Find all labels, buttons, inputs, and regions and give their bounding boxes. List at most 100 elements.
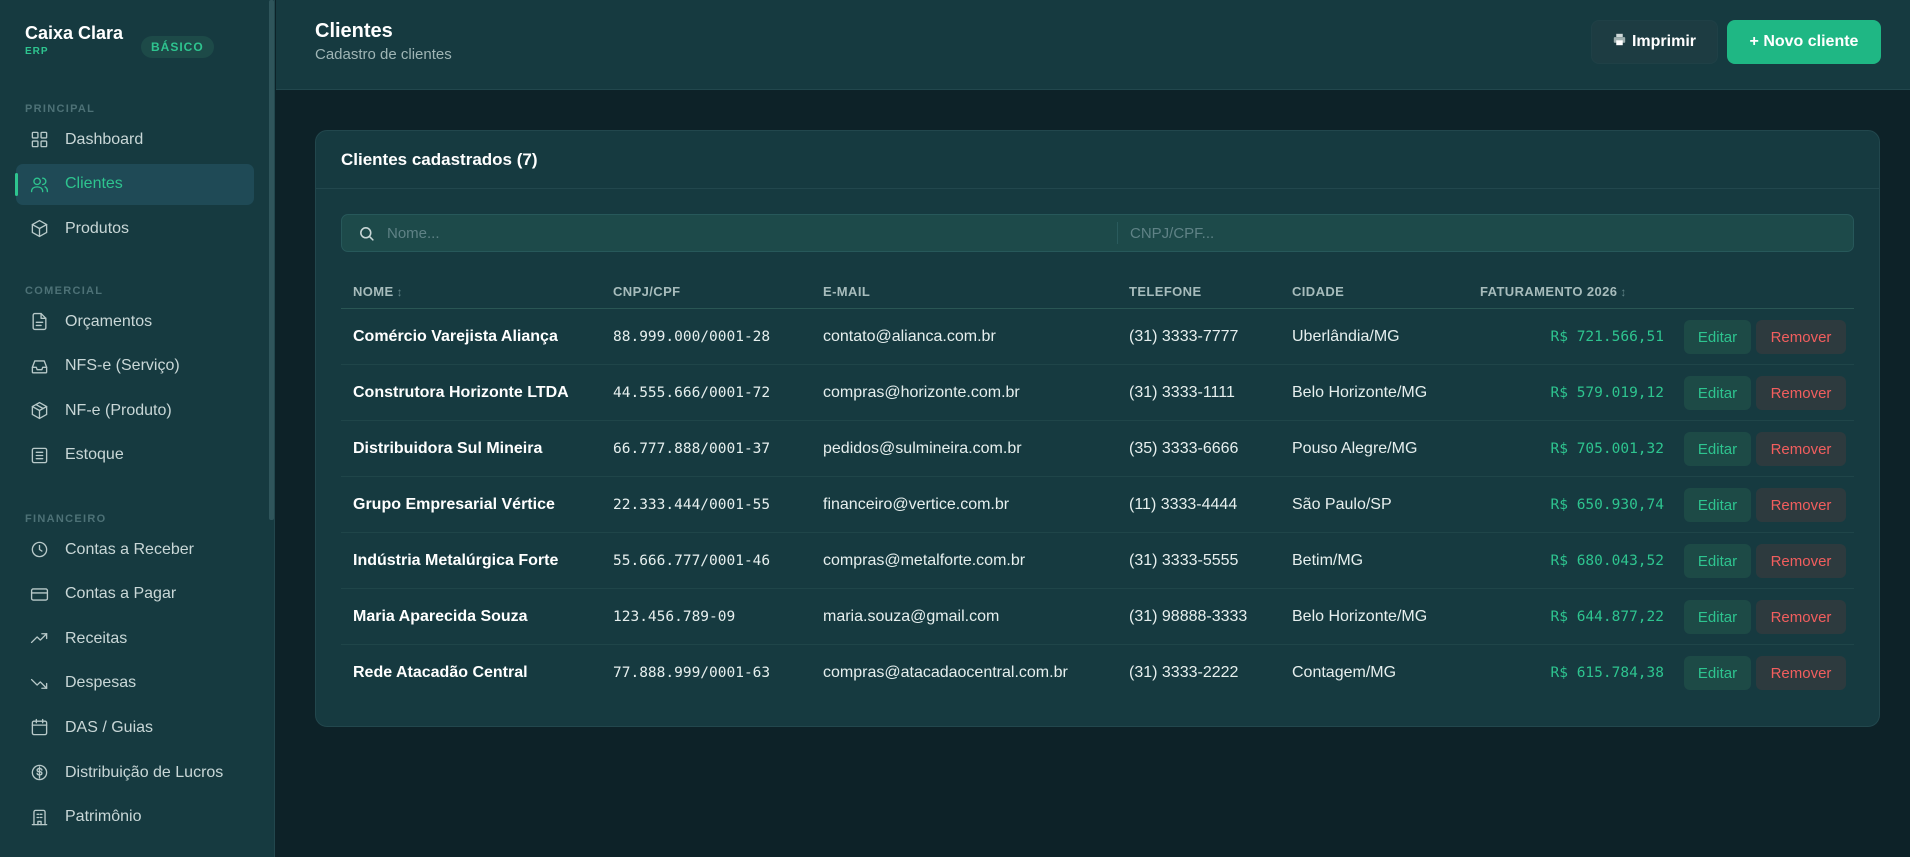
client-city: Pouso Alegre/MG <box>1292 440 1418 457</box>
doc-search-input[interactable] <box>1130 215 1830 251</box>
sidebar-item-receitas[interactable]: Receitas <box>16 618 254 659</box>
sidebar-item-das-guias[interactable]: DAS / Guias <box>16 707 254 748</box>
edit-button[interactable]: Editar <box>1684 320 1751 354</box>
client-revenue: R$ 721.566,51 <box>1550 329 1665 345</box>
table-row[interactable]: Indústria Metalúrgica Forte 55.666.777/00… <box>341 533 1854 589</box>
app-name: Caixa Clara <box>25 23 124 43</box>
page-subtitle: Cadastro de clientes <box>315 46 452 63</box>
client-email: financeiro@vertice.com.br <box>823 496 1010 513</box>
users-icon <box>30 175 49 194</box>
edit-button[interactable]: Editar <box>1684 656 1751 690</box>
brand[interactable]: Caixa Clara ERP <box>25 23 123 57</box>
client-doc: 88.999.000/0001-28 <box>613 329 771 345</box>
inbox-icon <box>30 357 49 376</box>
table-row[interactable]: Comércio Varejista Aliança 88.999.000/000… <box>341 309 1854 365</box>
client-city: Contagem/MG <box>1292 664 1397 681</box>
column-header-name[interactable]: NOME ↕ <box>353 284 403 299</box>
sidebar-item-clientes[interactable]: Clientes <box>15 163 254 205</box>
clients-card: Clientes cadastrados (7) NOME↕ CNPJ/CPF … <box>315 130 1880 727</box>
sidebar-item-nf-e-produto[interactable]: NF-e (Produto) <box>16 390 254 431</box>
client-revenue: R$ 680.043,52 <box>1550 553 1665 569</box>
new-client-button[interactable]: + Novo cliente <box>1727 20 1881 64</box>
client-doc: 66.777.888/0001-37 <box>613 441 771 457</box>
remove-button[interactable]: Remover <box>1756 488 1846 522</box>
column-header-revenue[interactable]: FATURAMENTO 2026 ↕ <box>1480 284 1627 299</box>
client-revenue: R$ 650.930,74 <box>1550 497 1665 513</box>
sidebar-scrollbar[interactable] <box>269 0 274 520</box>
sidebar-item-estoque[interactable]: Estoque <box>16 435 254 476</box>
calendar-icon <box>30 718 49 737</box>
app-subtitle: ERP <box>25 46 49 57</box>
sidebar-item-label: Produtos <box>65 219 130 237</box>
file-text-icon <box>30 312 49 331</box>
client-city: Uberlândia/MG <box>1292 328 1400 345</box>
clock-icon <box>30 540 49 559</box>
sidebar-section-title: PRINCIPAL <box>25 103 96 115</box>
remove-button[interactable]: Remover <box>1756 432 1846 466</box>
sidebar-item-patrimonio[interactable]: Patrimônio <box>16 797 254 838</box>
sidebar-item-produtos[interactable]: Produtos <box>16 208 254 249</box>
name-search-input[interactable] <box>387 215 1107 251</box>
client-doc: 123.456.789-09 <box>613 609 736 625</box>
sidebar-item-contas-a-receber[interactable]: Contas a Receber <box>16 529 254 570</box>
client-name: Maria Aparecida Souza <box>353 608 528 625</box>
sidebar-item-label: Receitas <box>65 629 128 647</box>
print-button[interactable]: Imprimir <box>1591 20 1718 64</box>
sidebar-item-label: Despesas <box>65 674 137 692</box>
column-header-city: CIDADE <box>1292 284 1345 299</box>
column-name-label: NOME <box>353 284 394 299</box>
sidebar-item-label: Distribuição de Lucros <box>65 763 224 781</box>
sidebar: Caixa Clara ERP BÁSICO PRINCIPAL Dashboar… <box>0 0 275 857</box>
client-email: maria.souza@gmail.com <box>823 608 1000 625</box>
page-header: Clientes Cadastro de clientes Imprimir +… <box>276 0 1910 90</box>
remove-button[interactable]: Remover <box>1756 656 1846 690</box>
client-doc: 77.888.999/0001-63 <box>613 665 771 681</box>
table-row[interactable]: Construtora Horizonte LTDA 44.555.666/000… <box>341 365 1854 421</box>
sidebar-item-label: Estoque <box>65 446 124 464</box>
client-revenue: R$ 615.784,38 <box>1550 665 1665 681</box>
sidebar-item-label: Orçamentos <box>65 312 153 330</box>
client-name: Grupo Empresarial Vértice <box>353 496 555 513</box>
remove-button[interactable]: Remover <box>1756 544 1846 578</box>
sidebar-item-despesas[interactable]: Despesas <box>16 663 254 704</box>
client-name: Comércio Varejista Aliança <box>353 328 558 345</box>
sidebar-item-label: NFS-e (Serviço) <box>65 357 180 375</box>
client-phone: (31) 98888-3333 <box>1129 608 1248 625</box>
edit-button[interactable]: Editar <box>1684 600 1751 634</box>
sidebar-item-distribuicao-de-lucros[interactable]: Distribuição de Lucros <box>16 752 254 793</box>
remove-button[interactable]: Remover <box>1756 320 1846 354</box>
sidebar-item-label: Patrimônio <box>65 808 142 826</box>
sidebar-item-contas-a-pagar[interactable]: Contas a Pagar <box>16 574 254 615</box>
filter-divider <box>1117 222 1118 244</box>
print-label: Imprimir <box>1631 33 1696 50</box>
sidebar-item-orcamentos[interactable]: Orçamentos <box>16 301 254 342</box>
column-header-email: E-MAIL <box>823 284 871 299</box>
client-phone: (31) 3333-5555 <box>1129 552 1239 569</box>
sidebar-item-label: Contas a Receber <box>65 540 194 558</box>
remove-button[interactable]: Remover <box>1756 600 1846 634</box>
page-title: Clientes <box>315 20 393 42</box>
edit-button[interactable]: Editar <box>1684 544 1751 578</box>
plan-badge: BÁSICO <box>141 36 214 58</box>
box-icon <box>30 401 49 420</box>
edit-button[interactable]: Editar <box>1684 432 1751 466</box>
table-row[interactable]: Grupo Empresarial Vértice 22.333.444/0001… <box>341 477 1854 533</box>
client-phone: (31) 3333-2222 <box>1129 664 1239 681</box>
client-city: Betim/MG <box>1292 552 1364 569</box>
edit-button[interactable]: Editar <box>1684 488 1751 522</box>
column-revenue-label: FATURAMENTO 2026 <box>1480 284 1618 299</box>
edit-button[interactable]: Editar <box>1684 376 1751 410</box>
client-email: compras@horizonte.com.br <box>823 384 1020 401</box>
table-row[interactable]: Distribuidora Sul Mineira 66.777.888/0001… <box>341 421 1854 477</box>
remove-button[interactable]: Remover <box>1756 376 1846 410</box>
clients-table: NOME ↕ CNPJ/CPF E-MAIL TELEFONE CIDADE FA… <box>341 271 1854 701</box>
table-row[interactable]: Maria Aparecida Souza 123.456.789-09 maria… <box>341 589 1854 645</box>
sidebar-item-nfs-e-servico[interactable]: NFS-e (Serviço) <box>16 346 254 387</box>
dollar-circle-icon <box>30 763 49 782</box>
client-name: Indústria Metalúrgica Forte <box>353 552 559 569</box>
client-doc: 55.666.777/0001-46 <box>613 553 771 569</box>
list-icon <box>30 446 49 465</box>
sort-icon: ↕ <box>1620 285 1627 299</box>
sidebar-item-dashboard[interactable]: Dashboard <box>16 119 254 160</box>
table-row[interactable]: Rede Atacadão Central 77.888.999/0001-63 c… <box>341 645 1854 701</box>
